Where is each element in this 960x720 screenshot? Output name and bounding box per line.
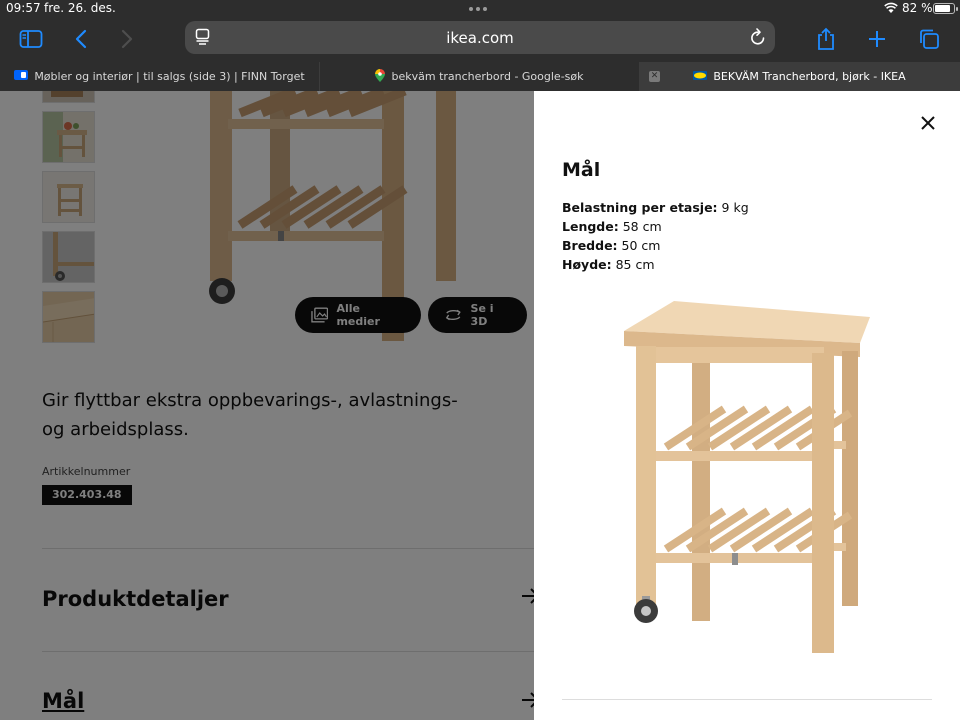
modal-backdrop[interactable]	[0, 91, 534, 720]
spec-key: Høyde:	[562, 257, 612, 272]
tab-google[interactable]: bekväm trancherbord - Google-søk	[320, 62, 640, 91]
new-tab-icon[interactable]	[862, 25, 892, 53]
multitasking-dots[interactable]	[469, 7, 491, 11]
spec-value: 50 cm	[621, 238, 661, 253]
finn-favicon-icon	[14, 70, 29, 83]
browser-toolbar: ikea.com	[0, 17, 960, 62]
divider	[562, 699, 932, 700]
address-bar[interactable]: ikea.com	[185, 21, 775, 54]
tabs-overview-icon[interactable]	[914, 25, 944, 53]
spec-row: Høyde: 85 cm	[562, 255, 749, 274]
spec-list: Belastning per etasje: 9 kg Lengde: 58 c…	[562, 198, 749, 274]
spec-value: 9 kg	[721, 200, 749, 215]
spec-row: Belastning per etasje: 9 kg	[562, 198, 749, 217]
status-bar: 09:57 fre. 26. des. 82 %	[0, 0, 960, 17]
spec-value: 85 cm	[615, 257, 655, 272]
panel-title: Mål	[562, 159, 601, 181]
spec-row: Bredde: 50 cm	[562, 236, 749, 255]
status-time: 09:57	[6, 1, 41, 15]
url-text: ikea.com	[446, 29, 514, 47]
spec-key: Lengde:	[562, 219, 619, 234]
dimension-product-image	[614, 291, 904, 661]
close-icon[interactable]	[918, 113, 938, 133]
forward-icon[interactable]	[112, 25, 142, 53]
close-tab-icon[interactable]: ✕	[649, 71, 660, 82]
spec-key: Belastning per etasje:	[562, 200, 718, 215]
tab-bar: Møbler og interiør | til salgs (side 3) …	[0, 62, 960, 91]
ikea-favicon-icon	[693, 70, 708, 83]
back-icon[interactable]	[66, 25, 96, 53]
tab-label: Møbler og interiør | til salgs (side 3) …	[34, 70, 305, 83]
battery-fill	[935, 5, 950, 12]
spec-row: Lengde: 58 cm	[562, 217, 749, 236]
reload-icon[interactable]	[749, 27, 767, 51]
dimensions-panel: Mål Belastning per etasje: 9 kg Lengde: …	[534, 91, 960, 720]
tab-label: bekväm trancherbord - Google-søk	[391, 70, 584, 83]
spec-key: Bredde:	[562, 238, 618, 253]
battery-percent: 82 %	[902, 1, 933, 15]
battery-icon	[933, 3, 958, 14]
ikea-product-page: Alle medier Se i 3D Gir flyttbar ekstra …	[0, 91, 960, 720]
spec-value: 58 cm	[622, 219, 662, 234]
tab-label: BEKVÄM Trancherbord, bjørk - IKEA	[713, 70, 906, 83]
sidebar-icon[interactable]	[16, 25, 46, 53]
share-icon[interactable]	[811, 25, 841, 53]
tab-ikea[interactable]: ✕ BEKVÄM Trancherbord, bjørk - IKEA	[640, 62, 960, 91]
status-date: fre. 26. des.	[44, 1, 116, 15]
google-maps-favicon-icon	[375, 68, 386, 85]
wifi-icon	[884, 2, 898, 17]
tab-finn[interactable]: Møbler og interiør | til salgs (side 3) …	[0, 62, 320, 91]
